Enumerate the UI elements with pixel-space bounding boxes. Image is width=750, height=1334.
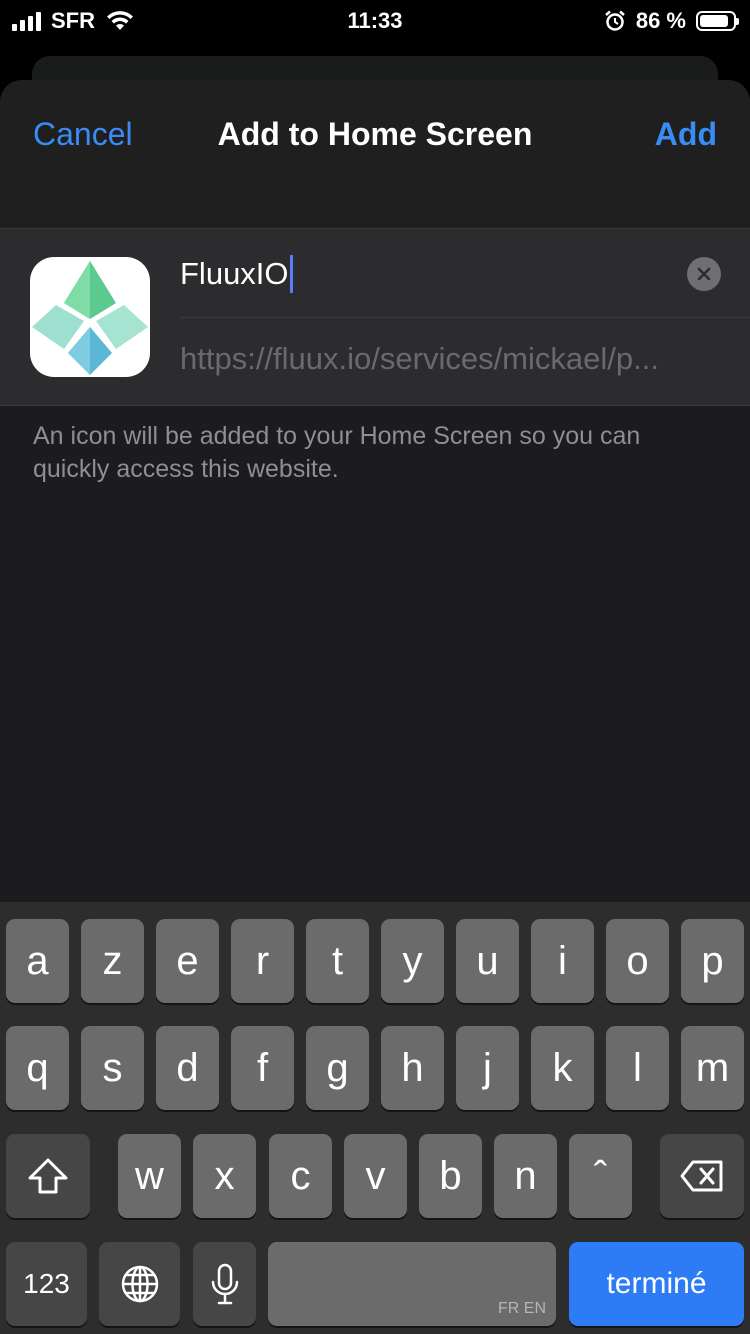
microphone-icon	[211, 1263, 238, 1305]
globe-icon	[121, 1265, 158, 1303]
shift-icon	[28, 1158, 68, 1194]
name-value: FluuxIO	[180, 256, 289, 291]
backspace-key[interactable]	[660, 1134, 744, 1218]
battery-fill	[700, 15, 728, 27]
key-u[interactable]: u	[456, 919, 519, 1003]
name-input[interactable]: FluuxIO	[180, 255, 293, 293]
key-f[interactable]: f	[231, 1026, 294, 1110]
keyboard: a z e r t y u i o p q s d f g h j k l m …	[0, 902, 750, 1334]
key-o[interactable]: o	[606, 919, 669, 1003]
key-g[interactable]: g	[306, 1026, 369, 1110]
numbers-key[interactable]: 123	[6, 1242, 87, 1326]
key-d[interactable]: d	[156, 1026, 219, 1110]
key-a[interactable]: a	[6, 919, 69, 1003]
battery-icon	[696, 11, 739, 31]
key-r[interactable]: r	[231, 919, 294, 1003]
key-z[interactable]: z	[81, 919, 144, 1003]
key-circumflex[interactable]: ˆ	[569, 1134, 632, 1218]
shift-key[interactable]	[6, 1134, 90, 1218]
key-c[interactable]: c	[269, 1134, 332, 1218]
alarm-icon	[605, 10, 625, 31]
key-x[interactable]: x	[193, 1134, 256, 1218]
name-field[interactable]: FluuxIO	[180, 229, 750, 318]
key-n[interactable]: n	[494, 1134, 557, 1218]
clear-text-button[interactable]	[687, 257, 721, 291]
battery-percent: 86 %	[635, 8, 686, 33]
space-key[interactable]: FR EN	[268, 1242, 556, 1326]
key-l[interactable]: l	[606, 1026, 669, 1110]
key-v[interactable]: v	[344, 1134, 407, 1218]
fluux-logo-icon	[30, 257, 150, 377]
key-i[interactable]: i	[531, 919, 594, 1003]
key-h[interactable]: h	[381, 1026, 444, 1110]
status-right: 86 %	[604, 8, 739, 34]
key-e[interactable]: e	[156, 919, 219, 1003]
key-m[interactable]: m	[681, 1026, 744, 1110]
key-s[interactable]: s	[81, 1026, 144, 1110]
add-button[interactable]: Add	[655, 116, 717, 153]
done-key[interactable]: terminé	[569, 1242, 744, 1326]
key-p[interactable]: p	[681, 919, 744, 1003]
backspace-icon	[680, 1160, 723, 1192]
key-y[interactable]: y	[381, 919, 444, 1003]
bookmark-details-group: FluuxIO https://fluux.io/services/mickae…	[0, 228, 750, 406]
navigation-bar: Cancel Add to Home Screen Add	[0, 80, 750, 228]
url-label: https://fluux.io/services/mickael/p...	[180, 341, 659, 376]
status-bar: SFR 11:33 86 %	[0, 0, 750, 44]
key-q[interactable]: q	[6, 1026, 69, 1110]
info-note: An icon will be added to your Home Scree…	[33, 422, 641, 483]
space-language-label: FR EN	[498, 1300, 546, 1317]
key-w[interactable]: w	[118, 1134, 181, 1218]
key-t[interactable]: t	[306, 919, 369, 1003]
text-cursor	[289, 255, 293, 293]
close-icon	[697, 267, 711, 281]
microphone-key[interactable]	[193, 1242, 256, 1326]
globe-key[interactable]	[99, 1242, 180, 1326]
key-k[interactable]: k	[531, 1026, 594, 1110]
key-b[interactable]: b	[419, 1134, 482, 1218]
page-title: Add to Home Screen	[217, 116, 533, 152]
key-j[interactable]: j	[456, 1026, 519, 1110]
